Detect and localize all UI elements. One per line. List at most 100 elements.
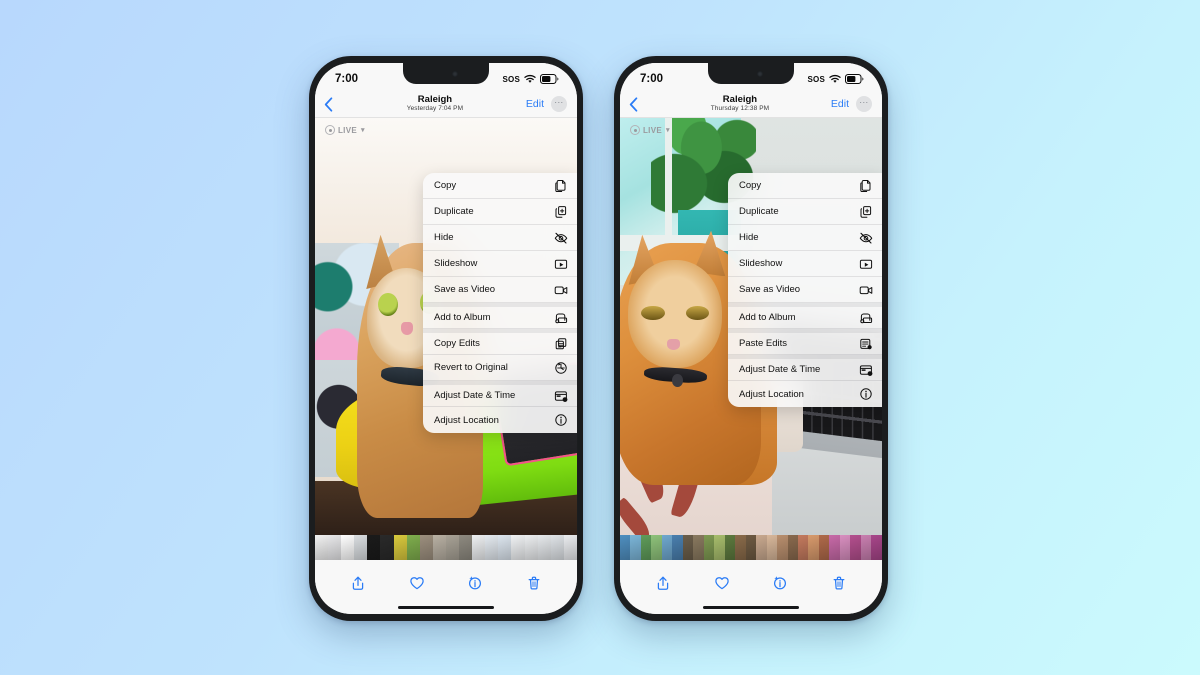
menu-item-paste-edits[interactable]: Paste Edits <box>728 329 882 355</box>
menu-item-duplicate[interactable]: Duplicate <box>423 199 577 225</box>
filmstrip-thumbnail[interactable] <box>797 535 809 560</box>
menu-item-adjust-location[interactable]: Adjust Location <box>728 381 882 407</box>
filmstrip-thumbnail[interactable] <box>620 535 631 560</box>
filmstrip-thumbnail[interactable] <box>380 535 394 560</box>
filmstrip-thumbnail[interactable] <box>818 535 830 560</box>
more-options-button[interactable]: ··· <box>551 96 567 112</box>
back-chevron-icon[interactable] <box>324 96 344 112</box>
menu-item-adjust-location[interactable]: Adjust Location <box>423 407 577 433</box>
menu-item-label: Add to Album <box>739 312 796 323</box>
live-photo-icon <box>630 125 640 135</box>
filmstrip-thumbnail[interactable] <box>563 535 577 560</box>
filmstrip-thumbnail[interactable] <box>406 535 420 560</box>
menu-item-save-as-video[interactable]: Save as Video <box>728 277 882 303</box>
filmstrip-thumbnail[interactable] <box>703 535 715 560</box>
filmstrip-thumbnail[interactable] <box>860 535 872 560</box>
filmstrip-thumbnail[interactable] <box>445 535 460 560</box>
filmstrip-thumbnail[interactable] <box>432 535 446 560</box>
filmstrip[interactable] <box>315 535 577 560</box>
filmstrip-thumbnail[interactable] <box>511 535 525 560</box>
menu-item-copy[interactable]: Copy <box>728 173 882 199</box>
filmstrip-thumbnail[interactable] <box>766 535 778 560</box>
menu-item-slideshow[interactable]: Slideshow <box>423 251 577 277</box>
filmstrip-thumbnail[interactable] <box>419 535 433 560</box>
front-camera-icon <box>757 70 763 77</box>
menu-item-label: Duplicate <box>739 206 779 217</box>
menu-item-adjust-date-time[interactable]: Adjust Date & Time <box>423 381 577 407</box>
favorite-button[interactable] <box>406 572 428 594</box>
filmstrip-thumbnail[interactable] <box>724 535 736 560</box>
menu-item-duplicate[interactable]: Duplicate <box>728 199 882 225</box>
menu-item-hide[interactable]: Hide <box>728 225 882 251</box>
filmstrip-thumbnail[interactable] <box>850 535 861 560</box>
home-indicator[interactable] <box>703 605 799 609</box>
revert-icon <box>554 361 568 375</box>
menu-item-label: Adjust Date & Time <box>739 364 821 375</box>
menu-item-label: Save as Video <box>434 284 496 295</box>
filmstrip-thumbnail[interactable] <box>472 535 486 560</box>
filmstrip-thumbnail[interactable] <box>498 535 512 560</box>
filmstrip-thumbnail[interactable] <box>693 535 704 560</box>
filmstrip-thumbnail[interactable] <box>745 535 757 560</box>
live-photo-badge[interactable]: LIVE ▾ <box>325 125 365 135</box>
filmstrip-thumbnail[interactable] <box>871 535 882 560</box>
calendar-clock-icon <box>859 363 873 377</box>
info-button[interactable] <box>464 572 486 594</box>
filmstrip-thumbnail[interactable] <box>829 535 840 560</box>
filmstrip-thumbnail[interactable] <box>550 535 564 560</box>
filmstrip-thumbnail[interactable] <box>651 535 662 560</box>
menu-item-label: Add to Album <box>434 312 491 323</box>
back-chevron-icon[interactable] <box>629 96 649 112</box>
filmstrip-thumbnail[interactable] <box>787 535 798 560</box>
filmstrip-thumbnail[interactable] <box>485 535 499 560</box>
filmstrip-thumbnail[interactable] <box>756 535 767 560</box>
filmstrip-thumbnail[interactable] <box>839 535 851 560</box>
filmstrip-thumbnail[interactable] <box>537 535 551 560</box>
menu-item-label: Copy <box>434 180 457 191</box>
filmstrip-thumbnail[interactable] <box>367 535 381 560</box>
more-options-button[interactable]: ··· <box>856 96 872 112</box>
filmstrip-thumbnail[interactable] <box>328 535 342 560</box>
delete-button[interactable] <box>828 572 850 594</box>
delete-button[interactable] <box>523 572 545 594</box>
filmstrip-thumbnail[interactable] <box>459 535 473 560</box>
share-button[interactable] <box>652 572 674 594</box>
menu-item-copy[interactable]: Copy <box>423 173 577 199</box>
sos-indicator: SOS <box>502 74 520 84</box>
live-photo-label: LIVE <box>338 125 357 135</box>
iphone-mockup-left: 7:00 SOS Raleigh Yesterday 7:04 PM Edit ··· LI… <box>309 56 583 621</box>
filmstrip-thumbnail[interactable] <box>672 535 683 560</box>
edit-button[interactable]: Edit <box>526 98 544 110</box>
filmstrip-thumbnail[interactable] <box>315 535 329 560</box>
menu-item-add-to-album[interactable]: Add to Album <box>728 303 882 329</box>
filmstrip[interactable] <box>620 535 882 560</box>
menu-item-label: Save as Video <box>739 284 801 295</box>
menu-item-adjust-date-time[interactable]: Adjust Date & Time <box>728 355 882 381</box>
duplicate-icon <box>554 205 568 219</box>
share-button[interactable] <box>347 572 369 594</box>
info-button[interactable] <box>769 572 791 594</box>
edit-button[interactable]: Edit <box>831 98 849 110</box>
filmstrip-thumbnail[interactable] <box>808 535 819 560</box>
filmstrip-thumbnail[interactable] <box>777 535 788 560</box>
menu-item-add-to-album[interactable]: Add to Album <box>423 303 577 329</box>
filmstrip-thumbnail[interactable] <box>640 535 652 560</box>
filmstrip-thumbnail[interactable] <box>714 535 725 560</box>
menu-item-copy-edits[interactable]: Copy Edits <box>423 329 577 355</box>
live-photo-badge[interactable]: LIVE ▾ <box>630 125 670 135</box>
menu-item-label: Paste Edits <box>739 338 788 349</box>
menu-item-save-as-video[interactable]: Save as Video <box>423 277 577 303</box>
filmstrip-thumbnail[interactable] <box>735 535 746 560</box>
filmstrip-thumbnail[interactable] <box>661 535 673 560</box>
filmstrip-thumbnail[interactable] <box>393 535 407 560</box>
menu-item-revert-to-original[interactable]: Revert to Original <box>423 355 577 381</box>
filmstrip-thumbnail[interactable] <box>630 535 641 560</box>
favorite-button[interactable] <box>711 572 733 594</box>
filmstrip-thumbnail[interactable] <box>524 535 538 560</box>
menu-item-hide[interactable]: Hide <box>423 225 577 251</box>
filmstrip-thumbnail[interactable] <box>682 535 694 560</box>
menu-item-slideshow[interactable]: Slideshow <box>728 251 882 277</box>
filmstrip-thumbnail[interactable] <box>341 535 355 560</box>
home-indicator[interactable] <box>398 605 494 609</box>
filmstrip-thumbnail[interactable] <box>354 535 368 560</box>
